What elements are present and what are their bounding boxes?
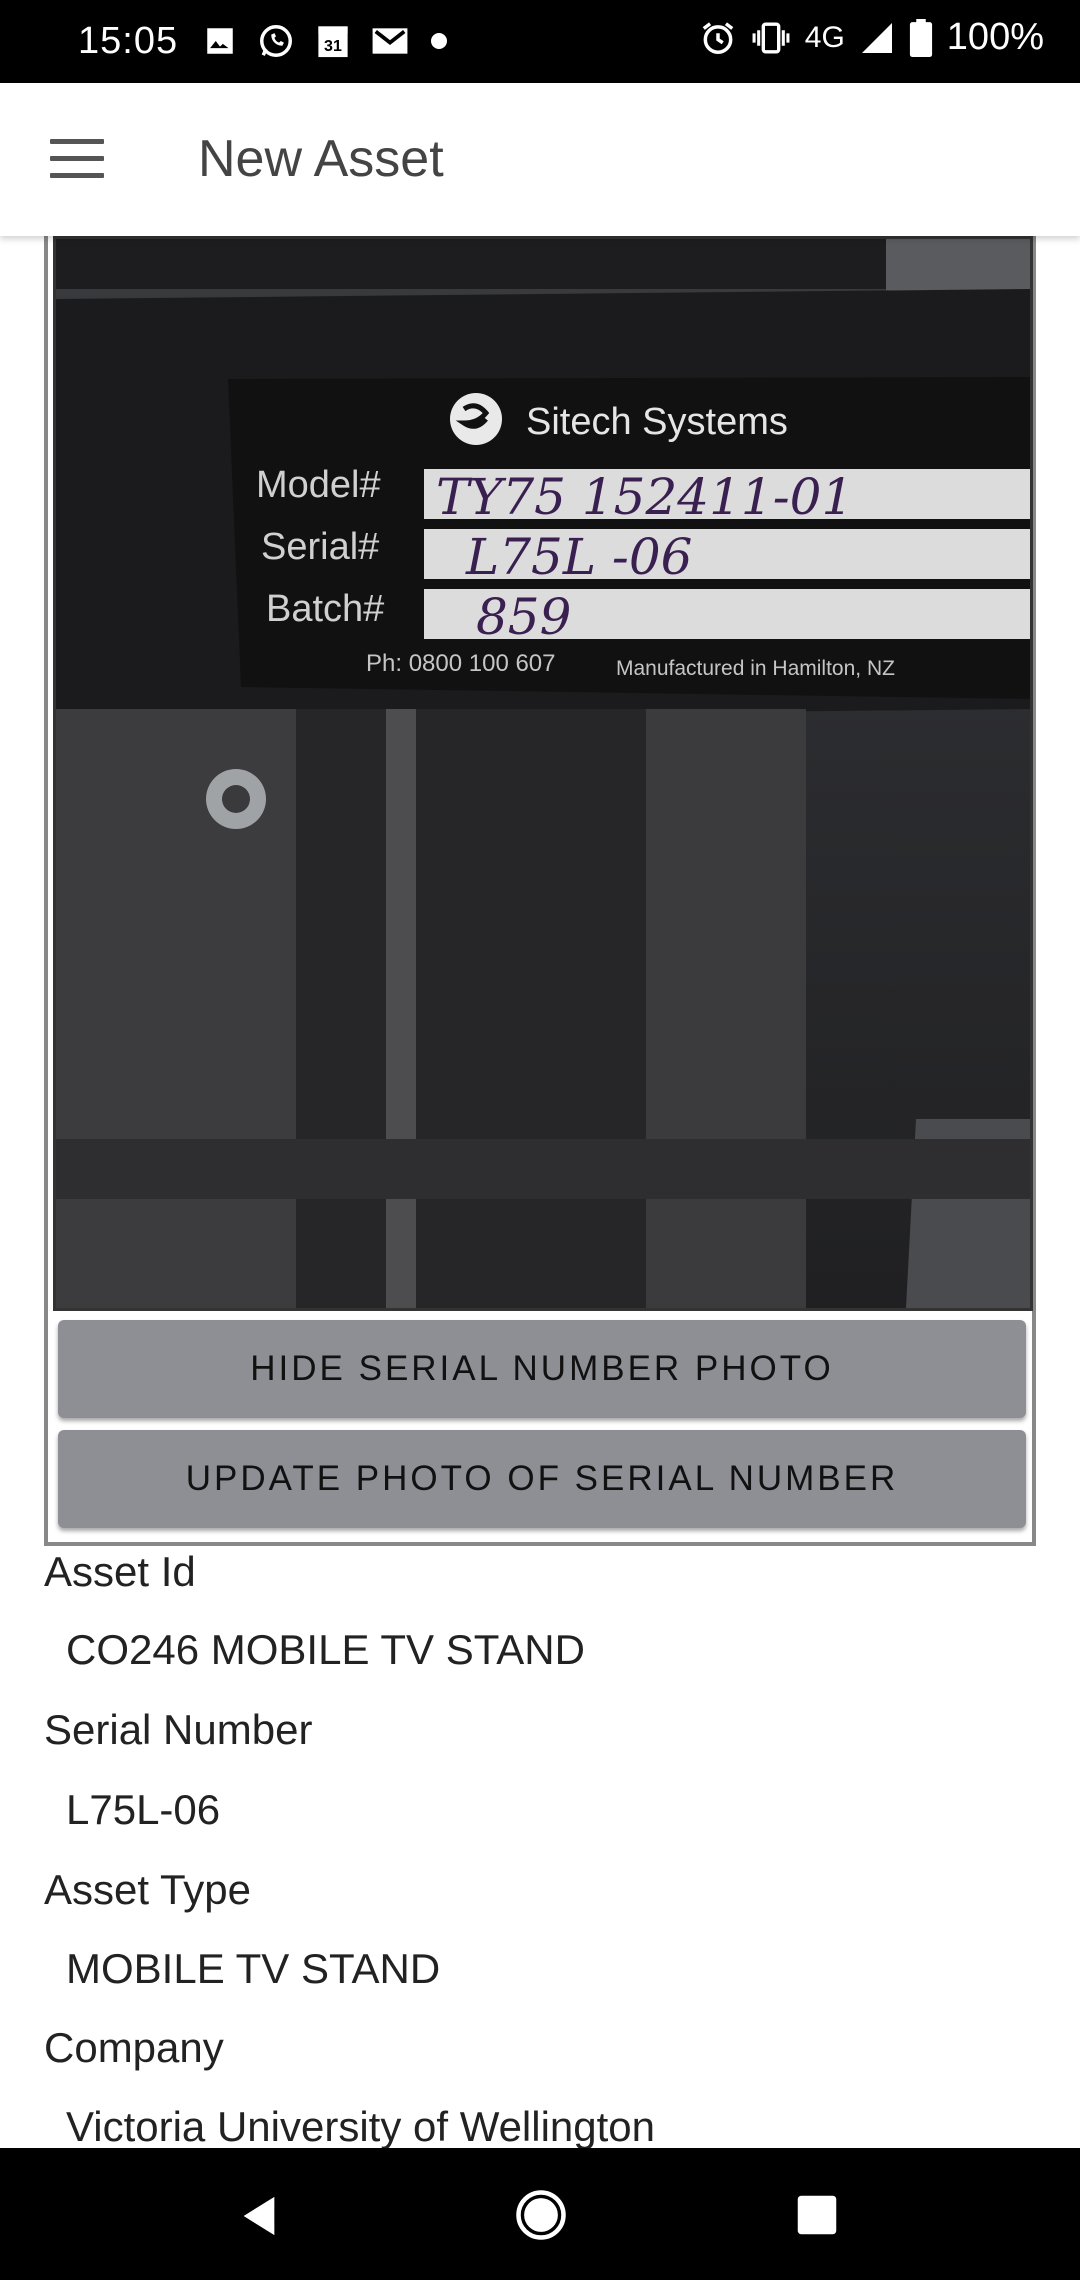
- serial-photo-panel: Sitech Systems Model# Serial# Batch# TY7…: [44, 236, 1036, 1546]
- status-time: 15:05: [78, 20, 179, 62]
- asset-type-value: MOBILE TV STAND: [66, 1945, 441, 1992]
- svg-text:TY75 152411-01: TY75 152411-01: [436, 468, 853, 526]
- asset-id-value: CO246 MOBILE TV STAND: [66, 1626, 585, 1673]
- navigation-bar: [0, 2148, 1080, 2280]
- serial-number-label: Serial Number: [44, 1706, 313, 1753]
- svg-text:Batch#: Batch#: [266, 588, 384, 630]
- signal-icon: [861, 22, 892, 53]
- hide-serial-photo-button[interactable]: HIDE SERIAL NUMBER PHOTO: [58, 1320, 1026, 1418]
- vibrate-icon: [752, 21, 790, 54]
- recents-icon[interactable]: [796, 2194, 838, 2236]
- hamburger-menu-icon[interactable]: [50, 139, 104, 179]
- notification-icons: 31: [203, 22, 449, 60]
- svg-text:Sitech Systems: Sitech Systems: [526, 401, 788, 443]
- update-serial-photo-button[interactable]: UPDATE PHOTO OF SERIAL NUMBER: [58, 1430, 1026, 1528]
- app-bar: New Asset: [0, 83, 1080, 236]
- back-icon[interactable]: [236, 2192, 282, 2240]
- dot-icon: [431, 33, 447, 49]
- serial-number-photo: Sitech Systems Model# Serial# Batch# TY7…: [53, 236, 1033, 1311]
- gmail-icon: [372, 28, 408, 54]
- svg-text:Manufactured in Hamilton, NZ: Manufactured in Hamilton, NZ: [616, 657, 895, 680]
- status-bar: 15:05 31 4G 100%: [0, 0, 1080, 83]
- whatsapp-icon: [260, 25, 292, 57]
- alarm-icon: [702, 21, 734, 54]
- battery-percent: 100%: [946, 16, 1044, 58]
- company-label: Company: [44, 2024, 224, 2071]
- serial-number-value: L75L-06: [66, 1786, 221, 1833]
- svg-text:Model#: Model#: [256, 464, 381, 506]
- home-icon[interactable]: [514, 2188, 568, 2242]
- network-type: 4G: [804, 20, 845, 54]
- svg-text:31: 31: [324, 37, 342, 55]
- battery-icon: [909, 18, 932, 57]
- calendar-icon: 31: [318, 26, 348, 58]
- page-title: New Asset: [198, 130, 444, 188]
- svg-text:Ph: 0800 100 607: Ph: 0800 100 607: [366, 650, 556, 677]
- asset-form[interactable]: Sitech Systems Model# Serial# Batch# TY7…: [0, 236, 1080, 2148]
- svg-text:Serial#: Serial#: [261, 526, 379, 568]
- svg-text:L75L -06: L75L -06: [465, 528, 692, 586]
- asset-type-label: Asset Type: [44, 1866, 252, 1913]
- image-icon: [207, 28, 233, 54]
- serial-label-image: Sitech Systems Model# Serial# Batch# TY7…: [56, 239, 1030, 1308]
- company-value: Victoria University of Wellington: [66, 2103, 656, 2148]
- svg-text:859: 859: [476, 588, 571, 646]
- asset-id-label: Asset Id: [44, 1548, 196, 1595]
- system-status: 4G 100%: [699, 16, 1044, 59]
